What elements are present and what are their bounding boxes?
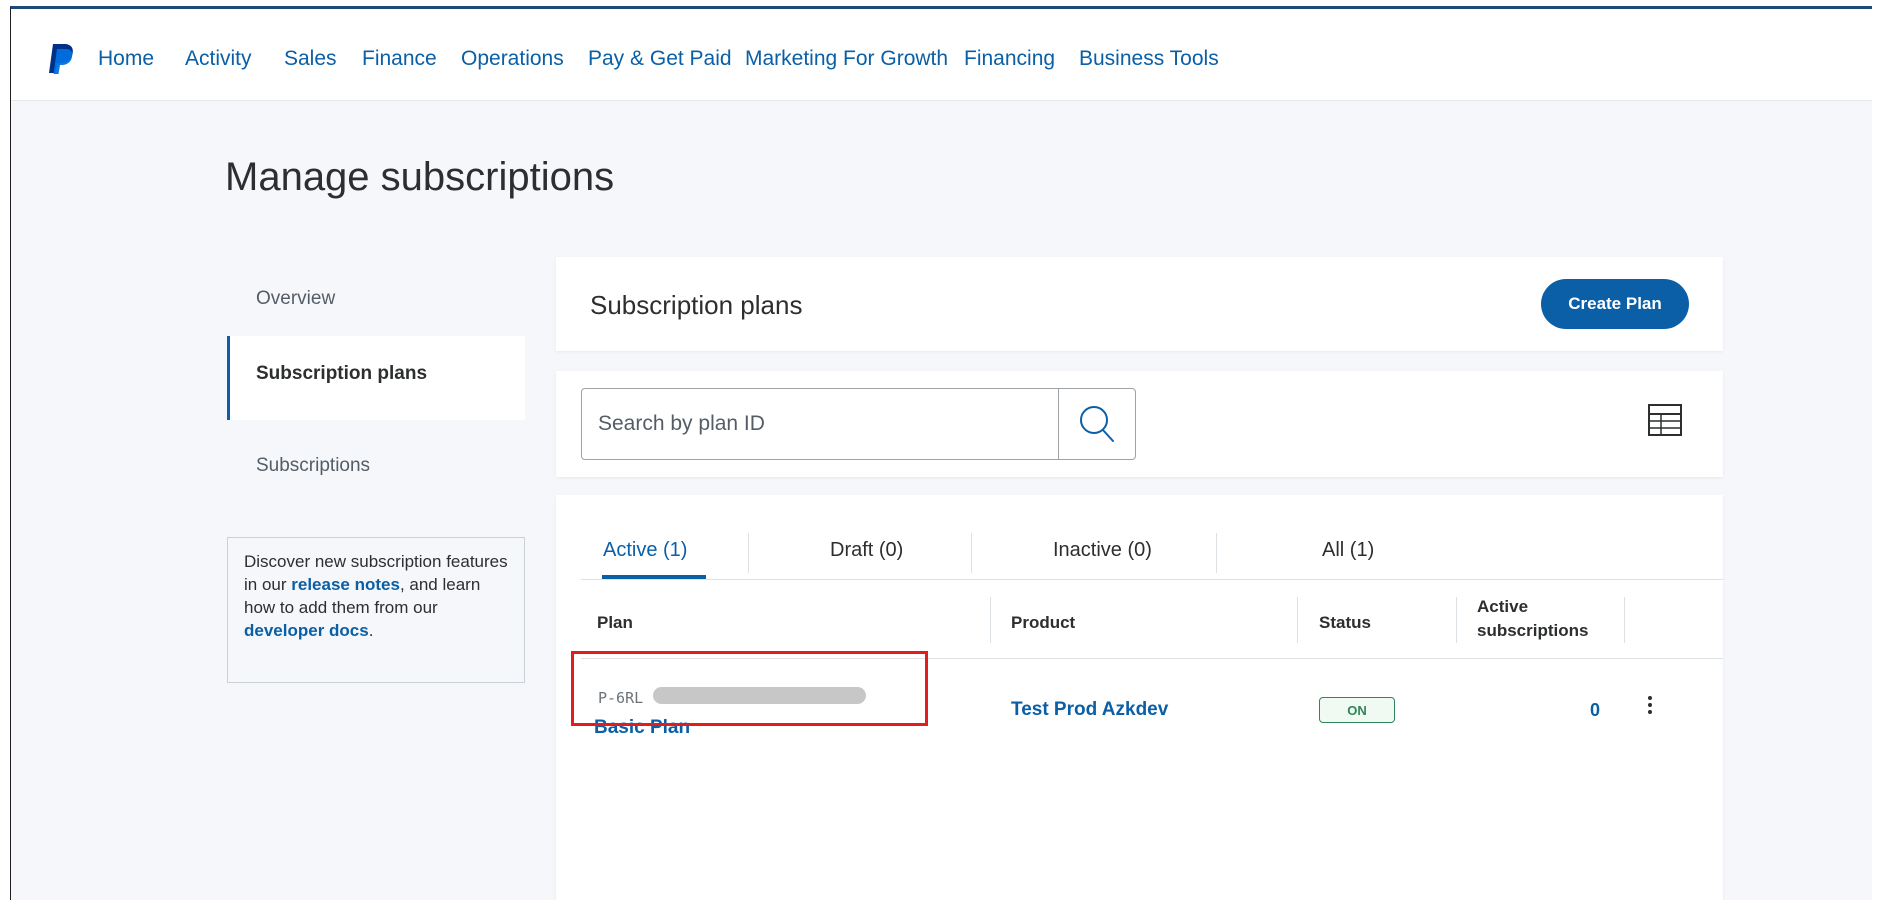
paypal-logo[interactable] [47, 42, 75, 76]
tab-all[interactable]: All (1) [1322, 539, 1374, 562]
column-divider [1297, 597, 1298, 643]
plans-header-card: Subscription plans Create Plan [556, 257, 1723, 351]
nav-home[interactable]: Home [98, 47, 154, 71]
sidebar-item-subscriptions[interactable]: Subscriptions [227, 446, 525, 486]
plans-table-card: Active (1) Draft (0) Inactive (0) All (1… [556, 495, 1723, 900]
column-header-active-line2: subscriptions [1477, 621, 1589, 640]
create-plan-button[interactable]: Create Plan [1541, 279, 1689, 329]
search-button[interactable] [1058, 389, 1135, 459]
nav-finance[interactable]: Finance [362, 47, 437, 71]
redacted-plan-id [653, 687, 866, 704]
product-link[interactable]: Test Prod Azkdev [1011, 699, 1168, 721]
nav-sales[interactable]: Sales [284, 47, 337, 71]
column-divider [990, 597, 991, 643]
column-header-active-line1: Active [1477, 597, 1529, 616]
column-divider [1624, 597, 1625, 643]
app-frame: Home Activity Sales Finance Operations P… [10, 6, 1872, 900]
search-card [556, 371, 1723, 477]
sidebar-item-overview[interactable]: Overview [227, 279, 525, 319]
nav-activity[interactable]: Activity [185, 47, 252, 71]
tab-inactive[interactable]: Inactive (0) [1053, 539, 1152, 562]
status-badge: ON [1319, 697, 1395, 723]
column-header-status: Status [1319, 613, 1371, 632]
tab-active[interactable]: Active (1) [603, 539, 687, 562]
info-text-3: . [368, 621, 374, 640]
tab-draft[interactable]: Draft (0) [830, 539, 903, 562]
nav-business-tools[interactable]: Business Tools [1079, 47, 1219, 71]
column-divider [1456, 597, 1457, 643]
more-vertical-icon[interactable] [1644, 693, 1656, 723]
nav-financing[interactable]: Financing [964, 47, 1055, 71]
tab-divider [1216, 533, 1217, 573]
tabs-divider-line [581, 579, 1723, 580]
table-view-icon[interactable] [1647, 403, 1683, 437]
tab-divider [971, 533, 972, 573]
search-input[interactable] [582, 389, 1058, 459]
nav-pay-get-paid[interactable]: Pay & Get Paid [588, 47, 732, 71]
active-subscriptions-count[interactable]: 0 [1590, 700, 1600, 721]
nav-marketing-for-growth[interactable]: Marketing For Growth [745, 47, 948, 71]
search-box [581, 388, 1136, 460]
tab-divider [748, 533, 749, 573]
card-title: Subscription plans [590, 290, 803, 320]
plan-name-link[interactable]: Basic Plan [594, 717, 690, 739]
column-header-product: Product [1011, 613, 1076, 632]
page-title: Manage subscriptions [225, 155, 615, 199]
developer-docs-link[interactable]: developer docs [244, 621, 369, 640]
release-notes-link[interactable]: release notes [291, 575, 400, 594]
header-row-divider [581, 658, 1723, 659]
column-header-plan: Plan [597, 613, 633, 632]
sidebar-item-subscription-plans[interactable]: Subscription plans [227, 336, 525, 420]
search-icon [1080, 406, 1114, 442]
plan-id: P-6RL [598, 689, 644, 707]
release-notes-info: Discover new subscription features in ou… [227, 537, 525, 683]
top-navigation: Home Activity Sales Finance Operations P… [11, 9, 1872, 101]
nav-operations[interactable]: Operations [461, 47, 564, 71]
